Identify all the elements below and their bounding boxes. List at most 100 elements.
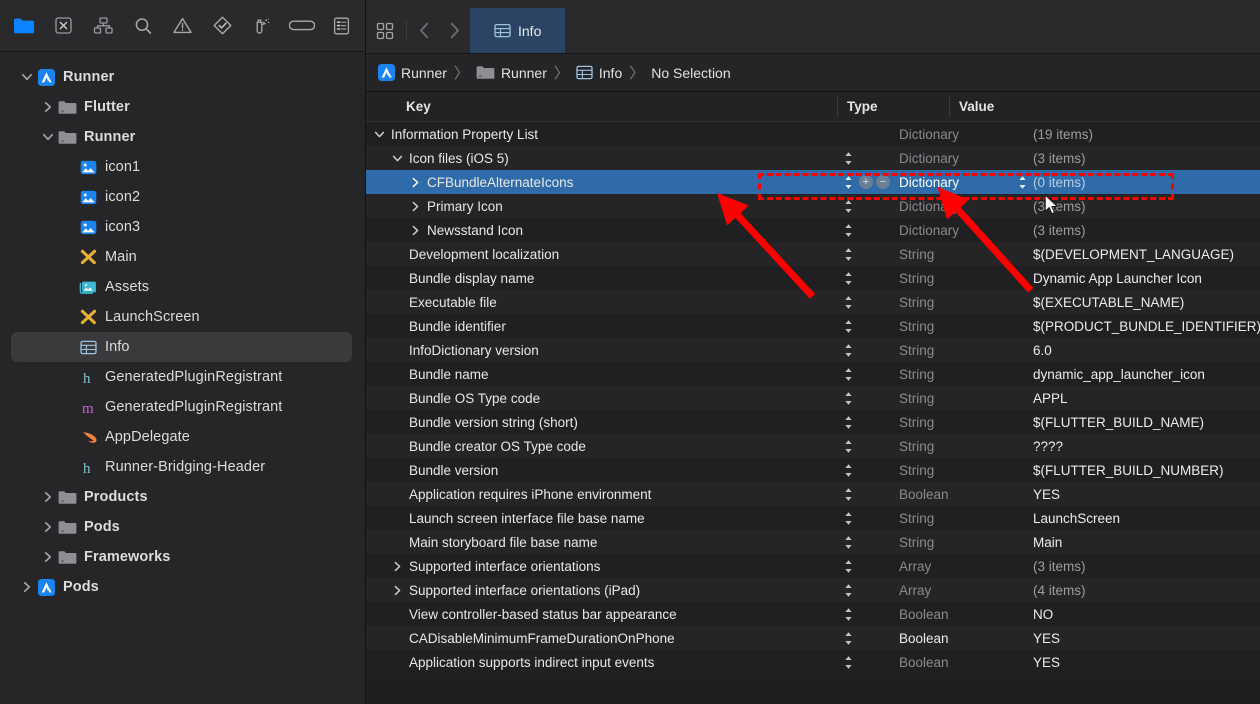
- cell-value[interactable]: $(DEVELOPMENT_LANGUAGE): [1033, 247, 1260, 262]
- cell-key[interactable]: Application supports indirect input even…: [366, 655, 837, 670]
- key-stepper-icon[interactable]: [837, 487, 859, 502]
- column-header-type[interactable]: Type: [837, 96, 949, 117]
- sidebar-item-pods[interactable]: Pods: [0, 572, 365, 602]
- sidebar-item-runner[interactable]: Runner: [0, 62, 365, 92]
- cell-value[interactable]: YES: [1033, 655, 1260, 670]
- cell-type[interactable]: String: [899, 247, 1011, 262]
- sidebar-item-launchscreen[interactable]: LaunchScreen: [0, 302, 365, 332]
- cell-value[interactable]: (3 items): [1033, 151, 1260, 166]
- cell-type[interactable]: Dictionary: [899, 151, 1011, 166]
- sidebar-item-frameworks[interactable]: Frameworks: [0, 542, 365, 572]
- cell-type[interactable]: String: [899, 367, 1011, 382]
- table-row[interactable]: Application supports indirect input even…: [366, 650, 1260, 674]
- breadcrumb-item-no-selection[interactable]: No Selection: [649, 65, 732, 81]
- key-stepper-icon[interactable]: [837, 343, 859, 358]
- sidebar-item-icon1[interactable]: icon1: [0, 152, 365, 182]
- cell-value[interactable]: (4 items): [1033, 583, 1260, 598]
- cell-key[interactable]: InfoDictionary version: [366, 343, 837, 358]
- table-row[interactable]: Launch screen interface file base name St…: [366, 506, 1260, 530]
- cell-type[interactable]: Boolean: [899, 607, 1011, 622]
- key-stepper-icon[interactable]: [837, 511, 859, 526]
- disclosure-triangle-icon[interactable]: [39, 491, 56, 503]
- sidebar-item-assets[interactable]: Assets: [0, 272, 365, 302]
- table-body[interactable]: Information Property List Dictionary (19 i…: [366, 122, 1260, 674]
- key-stepper-icon[interactable]: [837, 631, 859, 646]
- cell-key[interactable]: Bundle identifier: [366, 319, 837, 334]
- key-stepper-icon[interactable]: [837, 367, 859, 382]
- key-stepper-icon[interactable]: [837, 271, 859, 286]
- debug-navigator-icon[interactable]: [242, 7, 282, 45]
- key-stepper-icon[interactable]: [837, 583, 859, 598]
- cell-value[interactable]: LaunchScreen: [1033, 511, 1260, 526]
- cell-type[interactable]: String: [899, 511, 1011, 526]
- sidebar-item-products[interactable]: Products: [0, 482, 365, 512]
- table-row[interactable]: Bundle creator OS Type code String????: [366, 434, 1260, 458]
- disclosure-triangle-icon[interactable]: [390, 585, 405, 596]
- cell-value[interactable]: YES: [1033, 631, 1260, 646]
- cell-key[interactable]: Bundle display name: [366, 271, 837, 286]
- sidebar-item-flutter[interactable]: Flutter: [0, 92, 365, 122]
- cell-value[interactable]: YES: [1033, 487, 1260, 502]
- cell-value[interactable]: $(FLUTTER_BUILD_NAME): [1033, 415, 1260, 430]
- key-stepper-icon[interactable]: [837, 655, 859, 670]
- cell-type[interactable]: String: [899, 271, 1011, 286]
- disclosure-triangle-icon[interactable]: [408, 201, 423, 212]
- cell-key[interactable]: Supported interface orientations: [366, 559, 837, 574]
- table-row[interactable]: InfoDictionary version String 6.0: [366, 338, 1260, 362]
- table-row[interactable]: Bundle OS Type code String APPL: [366, 386, 1260, 410]
- cell-value[interactable]: dynamic_app_launcher_icon: [1033, 367, 1260, 382]
- table-row[interactable]: Supported interface orientations Array (3 …: [366, 554, 1260, 578]
- table-row[interactable]: Information Property List Dictionary (19 i…: [366, 122, 1260, 146]
- sidebar-item-icon2[interactable]: icon2: [0, 182, 365, 212]
- table-row[interactable]: Icon files (iOS 5) Dictionary (3 items): [366, 146, 1260, 170]
- cell-type[interactable]: Dictionary: [899, 127, 1011, 142]
- test-navigator-icon[interactable]: [202, 7, 242, 45]
- cell-key[interactable]: Bundle OS Type code: [366, 391, 837, 406]
- column-header-value[interactable]: Value: [949, 96, 1260, 117]
- table-row[interactable]: View controller-based status bar appeara…: [366, 602, 1260, 626]
- key-stepper-icon[interactable]: [837, 439, 859, 454]
- cell-type[interactable]: Boolean: [899, 655, 1011, 670]
- editor-options-icon[interactable]: [366, 8, 404, 53]
- cell-value[interactable]: Dynamic App Launcher Icon: [1033, 271, 1260, 286]
- table-row[interactable]: Bundle name String dynamic_app_launcher_ic…: [366, 362, 1260, 386]
- key-stepper-icon[interactable]: [837, 391, 859, 406]
- cell-type[interactable]: String: [899, 439, 1011, 454]
- disclosure-triangle-icon[interactable]: [39, 551, 56, 563]
- cell-type[interactable]: String: [899, 343, 1011, 358]
- key-stepper-icon[interactable]: [837, 607, 859, 622]
- cell-key[interactable]: View controller-based status bar appeara…: [366, 607, 837, 622]
- column-header-key[interactable]: Key: [366, 99, 837, 114]
- breadcrumb-item-runner[interactable]: Runner: [376, 64, 449, 81]
- cell-type[interactable]: String: [899, 319, 1011, 334]
- cell-key[interactable]: Main storyboard file base name: [366, 535, 837, 550]
- cell-type[interactable]: String: [899, 295, 1011, 310]
- cell-key[interactable]: Icon files (iOS 5): [366, 151, 837, 166]
- cell-key[interactable]: Bundle name: [366, 367, 837, 382]
- cell-key[interactable]: Bundle creator OS Type code: [366, 439, 837, 454]
- disclosure-triangle-icon[interactable]: [390, 153, 405, 164]
- cell-value[interactable]: (3 items): [1033, 199, 1260, 214]
- table-row[interactable]: Bundle display name String Dynamic App Lau…: [366, 266, 1260, 290]
- cell-value[interactable]: NO: [1033, 607, 1260, 622]
- sidebar-item-generatedpluginregistrant[interactable]: h GeneratedPluginRegistrant: [0, 362, 365, 392]
- disclosure-triangle-icon[interactable]: [390, 561, 405, 572]
- symbol-navigator-icon[interactable]: [83, 7, 123, 45]
- disclosure-triangle-icon[interactable]: [18, 581, 35, 593]
- table-row[interactable]: Executable file String $(EXECUTABLE_NAME): [366, 290, 1260, 314]
- key-stepper-icon[interactable]: [837, 247, 859, 262]
- table-row[interactable]: CADisableMinimumFrameDurationOnPhone Bool…: [366, 626, 1260, 650]
- key-stepper-icon[interactable]: [837, 535, 859, 550]
- cell-key[interactable]: Primary Icon: [366, 199, 837, 214]
- cell-type[interactable]: Array: [899, 559, 1011, 574]
- project-navigator-icon[interactable]: [4, 7, 44, 45]
- cell-key[interactable]: Application requires iPhone environment: [366, 487, 837, 502]
- table-row[interactable]: Bundle version String $(FLUTTER_BUILD_NUMB…: [366, 458, 1260, 482]
- key-stepper-icon[interactable]: [837, 151, 859, 166]
- sidebar-item-generatedpluginregistrant[interactable]: m GeneratedPluginRegistrant: [0, 392, 365, 422]
- cell-key[interactable]: Bundle version: [366, 463, 837, 478]
- key-stepper-icon[interactable]: [837, 463, 859, 478]
- cell-value[interactable]: ????: [1033, 439, 1260, 454]
- table-row[interactable]: Bundle version string (short) String $(FLU…: [366, 410, 1260, 434]
- cell-value[interactable]: 6.0: [1033, 343, 1260, 358]
